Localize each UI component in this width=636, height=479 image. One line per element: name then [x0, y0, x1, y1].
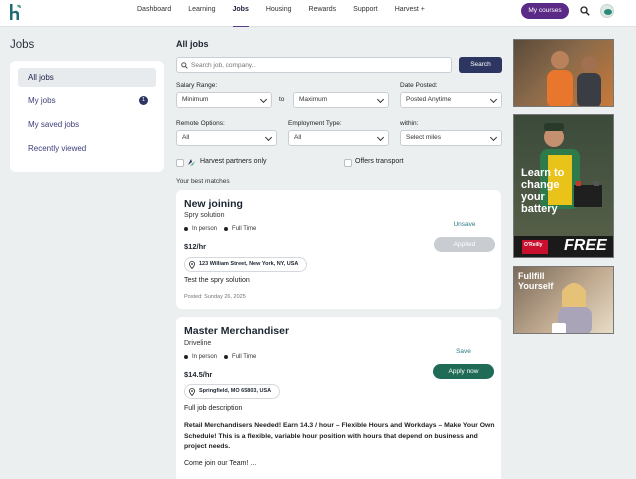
salary-min-value: Minimum [182, 96, 209, 103]
remote-options-label: Remote Options: [176, 120, 225, 127]
chevron-down-icon [489, 95, 498, 104]
job-tag: Full Time [232, 226, 257, 232]
save-button[interactable]: Save [433, 348, 494, 355]
search-icon[interactable] [580, 6, 590, 16]
job-title[interactable]: New joining [184, 198, 243, 210]
job-company: Driveline [184, 340, 212, 347]
salary-range-label: Salary Range: [176, 82, 218, 89]
best-matches-heading: Your best matches [176, 178, 230, 185]
sidebar-item-label: My jobs [28, 96, 56, 105]
job-description-more: Come join our Team! ... [184, 460, 257, 467]
salary-to-label: to [279, 96, 285, 103]
ad-oreilly-battery[interactable]: Learn to change your battery O'Reilly FR… [513, 114, 614, 258]
top-navigation-bar: Dashboard Learning Jobs Housing Rewards … [0, 0, 636, 27]
my-courses-button[interactable]: My courses [521, 3, 569, 19]
date-posted-label: Date Posted: [400, 82, 438, 89]
job-description: Retail Merchandisers Needed! Earn 14.3 /… [184, 422, 495, 450]
ad-fulfill-text: Fullfill Yourself [518, 271, 554, 291]
search-icon [181, 62, 188, 69]
ad-workers-illustration [547, 51, 601, 106]
date-posted-select[interactable]: Posted Anytime [400, 92, 502, 108]
sidebar-item-my-jobs[interactable]: My jobs 1 [18, 91, 156, 110]
chevron-down-icon [259, 95, 268, 104]
chevron-down-icon [376, 133, 385, 142]
job-card[interactable]: New joining Spry solution In person Full… [176, 190, 501, 309]
ad-battery-text: Learn to change your battery [521, 167, 565, 215]
search-button[interactable]: Search [459, 57, 502, 73]
within-miles-value: Select miles [406, 134, 442, 141]
job-company: Spry solution [184, 212, 225, 219]
offers-transport-label: Offers transport [355, 158, 404, 165]
search-field[interactable] [176, 57, 452, 73]
nav-housing[interactable]: Housing [266, 0, 292, 27]
oreilly-logo: O'Reilly [524, 242, 543, 248]
job-tags: In person Full Time [184, 354, 263, 360]
job-location: 123 William Street, New York, NY, USA [184, 257, 308, 272]
search-input[interactable] [191, 59, 446, 71]
my-jobs-count-badge: 1 [139, 96, 148, 105]
location-pin-icon [189, 388, 195, 396]
location-pin-icon [189, 261, 195, 269]
within-label: within: [400, 120, 419, 127]
remote-options-value: All [182, 134, 190, 141]
bullet-icon [224, 227, 229, 231]
page-title: Jobs [10, 39, 35, 51]
offers-transport-checkbox[interactable] [344, 159, 352, 167]
salary-min-select[interactable]: Minimum [176, 92, 272, 108]
sidebar-item-saved-jobs[interactable]: My saved jobs [18, 115, 156, 134]
harvest-logo-icon[interactable] [9, 3, 23, 21]
jobs-sidebar: All jobs My jobs 1 My saved jobs Recentl… [10, 61, 164, 172]
job-location: Springfield, MO 65803, USA [184, 384, 281, 399]
job-tag: Full Time [232, 354, 257, 360]
chevron-down-icon [264, 133, 273, 142]
job-tags: In person Full Time [184, 226, 263, 232]
main-nav: Dashboard Learning Jobs Housing Rewards … [137, 0, 442, 27]
job-location-text: Springfield, MO 65803, USA [199, 388, 272, 394]
job-pay: $14.5/hr [184, 370, 213, 379]
salary-max-select[interactable]: Maximum [293, 92, 389, 108]
bullet-icon [184, 227, 188, 231]
nav-jobs[interactable]: Jobs [232, 0, 249, 27]
job-summary: Full job description [184, 405, 243, 412]
sidebar-item-all-jobs[interactable]: All jobs [18, 68, 156, 87]
employment-type-select[interactable]: All [288, 130, 389, 146]
bullet-icon [184, 355, 188, 359]
nav-rewards[interactable]: Rewards [309, 0, 337, 27]
sidebar-item-recently-viewed[interactable]: Recently viewed [18, 139, 156, 158]
nav-dashboard[interactable]: Dashboard [137, 0, 171, 27]
nav-learning[interactable]: Learning [188, 0, 215, 27]
avatar-icon [604, 9, 612, 15]
harvest-partners-checkbox[interactable] [176, 159, 184, 167]
chevron-down-icon [489, 133, 498, 142]
user-avatar[interactable] [600, 4, 614, 18]
applied-button[interactable]: Applied [434, 237, 495, 252]
job-posted-date: Posted: Sunday 26, 2025 [184, 294, 246, 300]
job-tag: In person [192, 226, 218, 232]
remote-options-select[interactable]: All [176, 130, 277, 146]
apply-now-button[interactable]: Apply now [433, 364, 494, 379]
salary-max-value: Maximum [299, 96, 328, 103]
employment-type-value: All [294, 134, 302, 141]
job-card[interactable]: Master Merchandiser Driveline In person … [176, 317, 501, 479]
bullet-icon [224, 355, 229, 359]
chevron-down-icon [376, 95, 385, 104]
unsave-button[interactable]: Unsave [434, 221, 495, 228]
ad-fulfill-yourself[interactable]: Fullfill Yourself [513, 266, 614, 334]
ad-workers-image[interactable] [513, 39, 614, 107]
ad-free-text: FREE [564, 237, 607, 254]
nav-harvest-plus[interactable]: Harvest + [395, 0, 425, 27]
main-title: All jobs [176, 39, 209, 49]
job-title[interactable]: Master Merchandiser [184, 325, 289, 337]
job-location-text: 123 William Street, New York, NY, USA [199, 261, 299, 267]
job-summary: Test the spry solution [184, 277, 250, 284]
harvest-partners-label: Harvest partners only [200, 158, 267, 165]
job-tag: In person [192, 354, 218, 360]
nav-support[interactable]: Support [353, 0, 378, 27]
job-pay: $12/hr [184, 242, 207, 251]
employment-type-label: Employment Type: [288, 120, 342, 127]
date-posted-value: Posted Anytime [406, 96, 452, 103]
within-miles-select[interactable]: Select miles [400, 130, 502, 146]
harvest-partner-icon [188, 159, 195, 166]
